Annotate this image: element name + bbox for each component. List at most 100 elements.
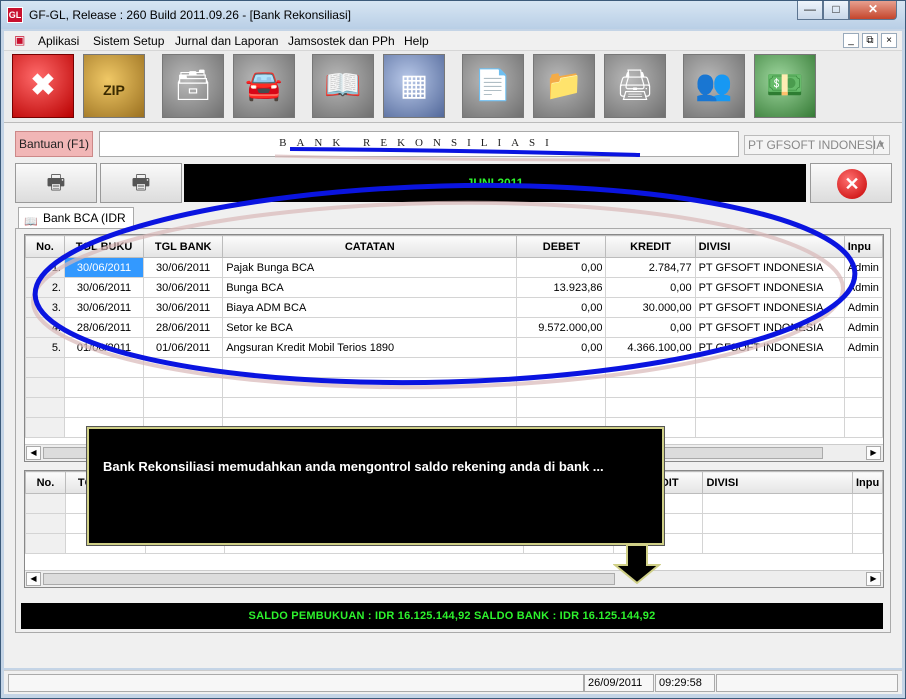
cell-catatan[interactable]: Biaya ADM BCA bbox=[222, 297, 518, 318]
spreadsheet-button[interactable]: ▦ bbox=[383, 54, 445, 118]
cell-debet[interactable]: 9.572.000,00 bbox=[516, 317, 607, 338]
col-tgl-buku[interactable]: TGL BUKU bbox=[63, 235, 145, 258]
ledger-book-icon: 📖 bbox=[324, 69, 362, 102]
cell-input[interactable]: Admin bbox=[843, 337, 883, 358]
cell-catatan[interactable]: Pajak Bunga BCA bbox=[222, 257, 518, 278]
cell-tgl-bank[interactable]: 01/06/2011 bbox=[143, 337, 224, 358]
table-row[interactable]: 3. 30/06/2011 30/06/2011 Biaya ADM BCA 0… bbox=[25, 297, 883, 318]
col-kredit[interactable]: KREDIT bbox=[605, 235, 696, 258]
menu-jamsostek-dan-pph[interactable]: Jamsostek dan PPh bbox=[288, 34, 395, 48]
cell-kredit[interactable]: 30.000,00 bbox=[605, 297, 696, 318]
tab-bank-bca[interactable]: 📖 Bank BCA (IDR ) bbox=[18, 207, 134, 245]
exit-button[interactable]: ✖ bbox=[12, 54, 74, 118]
minimize-button[interactable]: — bbox=[797, 1, 823, 20]
cell-debet[interactable]: 0,00 bbox=[516, 257, 607, 278]
company-select[interactable]: PT GFSOFT INDONESIA ▼ bbox=[744, 135, 890, 155]
cell-input[interactable]: Admin bbox=[843, 257, 883, 278]
zip-button[interactable]: ZIP bbox=[83, 54, 145, 118]
col-catatan[interactable]: CATATAN bbox=[222, 235, 518, 258]
col-divisi[interactable]: DIVISI bbox=[694, 235, 845, 258]
menu-jurnal-dan-laporan[interactable]: Jurnal dan Laporan bbox=[175, 34, 278, 48]
cell-input[interactable]: Admin bbox=[843, 277, 883, 298]
menu-aplikasi[interactable]: Aplikasi bbox=[38, 34, 79, 48]
col-debet[interactable]: DEBET bbox=[516, 235, 607, 258]
table-row[interactable]: 5. 01/06/2011 01/06/2011 Angsuran Kredit… bbox=[25, 337, 883, 358]
status-time: 09:29:58 bbox=[655, 674, 715, 692]
cell-tgl-bank[interactable]: 30/06/2011 bbox=[143, 257, 224, 278]
cell-divisi[interactable]: PT GFSOFT INDONESIA bbox=[694, 257, 845, 278]
grid-header-row: No. TGL BUKU TGL BANK CATATAN DEBET KRED… bbox=[25, 235, 883, 258]
scroll-left-icon[interactable]: ◀ bbox=[26, 446, 41, 460]
mdi-minimize-button[interactable]: _ bbox=[843, 33, 859, 48]
cell-catatan[interactable]: Setor ke BCA bbox=[222, 317, 518, 338]
cell-divisi[interactable]: PT GFSOFT INDONESIA bbox=[694, 277, 845, 298]
cell-tgl-buku[interactable]: 28/06/2011 bbox=[63, 317, 145, 338]
ledger-button[interactable]: 📖 bbox=[312, 54, 374, 118]
cell-input[interactable]: Admin bbox=[843, 317, 883, 338]
cell-debet[interactable]: 13.923,86 bbox=[516, 277, 607, 298]
cell-divisi[interactable]: PT GFSOFT INDONESIA bbox=[694, 297, 845, 318]
scroll-thumb[interactable] bbox=[43, 573, 615, 585]
car-icon: 🚘 bbox=[245, 69, 283, 102]
empty-row[interactable] bbox=[25, 397, 883, 418]
col-no[interactable]: No. bbox=[25, 235, 65, 258]
stamp-button[interactable]: 📄 bbox=[462, 54, 524, 118]
maximize-button[interactable]: □ bbox=[823, 1, 849, 20]
table-row[interactable]: 4. 28/06/2011 28/06/2011 Setor ke BCA 9.… bbox=[25, 317, 883, 338]
tooltip-callout: Bank Rekonsiliasi memudahkan anda mengon… bbox=[86, 426, 665, 546]
cell-tgl-bank[interactable]: 28/06/2011 bbox=[143, 317, 224, 338]
cell-tgl-buku[interactable]: 30/06/2011 bbox=[63, 277, 145, 298]
print-preview-button[interactable]: 🖶 bbox=[15, 163, 97, 203]
empty-row[interactable] bbox=[25, 357, 883, 378]
cell-tgl-buku[interactable]: 30/06/2011 bbox=[63, 297, 145, 318]
cell-divisi[interactable]: PT GFSOFT INDONESIA bbox=[694, 337, 845, 358]
cell-debet[interactable]: 0,00 bbox=[516, 337, 607, 358]
cell-kredit[interactable]: 0,00 bbox=[605, 277, 696, 298]
scroll-left-icon[interactable]: ◀ bbox=[26, 572, 41, 586]
cell-catatan[interactable]: Angsuran Kredit Mobil Terios 1890 bbox=[222, 337, 518, 358]
status-extra bbox=[716, 674, 898, 692]
col-tgl-bank[interactable]: TGL BANK bbox=[143, 235, 224, 258]
cell-tgl-bank[interactable]: 30/06/2011 bbox=[143, 277, 224, 298]
print-report-button[interactable]: 🖶 bbox=[100, 163, 182, 203]
printer-icon: 🖶 bbox=[131, 172, 151, 194]
lower-horizontal-scrollbar[interactable]: ◀ ▶ bbox=[25, 570, 883, 587]
cell-divisi[interactable]: PT GFSOFT INDONESIA bbox=[694, 317, 845, 338]
empty-row[interactable] bbox=[25, 377, 883, 398]
print-preview-icon: 🖶 bbox=[46, 172, 66, 194]
col-no[interactable]: No. bbox=[25, 471, 66, 494]
mdi-restore-button[interactable]: ⧉ bbox=[862, 33, 878, 48]
menu-sistem-setup[interactable]: Sistem Setup bbox=[93, 34, 164, 48]
scroll-right-icon[interactable]: ▶ bbox=[866, 446, 881, 460]
report-button[interactable]: 📁 bbox=[533, 54, 595, 118]
cell-tgl-buku[interactable]: 01/06/2011 bbox=[63, 337, 145, 358]
close-button[interactable]: ✕ bbox=[849, 1, 897, 20]
col-input[interactable]: Inpu bbox=[851, 471, 883, 494]
close-form-button[interactable]: ✕ bbox=[810, 163, 892, 203]
table-row[interactable]: 1. 30/06/2011 30/06/2011 Pajak Bunga BCA… bbox=[25, 257, 883, 278]
cell-kredit[interactable]: 0,00 bbox=[605, 317, 696, 338]
cell-kredit[interactable]: 2.784,77 bbox=[605, 257, 696, 278]
mdi-close-button[interactable]: × bbox=[881, 33, 897, 48]
help-button[interactable]: Bantuan (F1) bbox=[15, 131, 93, 157]
car-button[interactable]: 🚘 bbox=[233, 54, 295, 118]
chevron-down-icon[interactable]: ▼ bbox=[873, 136, 889, 154]
menu-help[interactable]: Help bbox=[404, 34, 429, 48]
col-divisi[interactable]: DIVISI bbox=[702, 471, 853, 494]
cell-catatan[interactable]: Bunga BCA bbox=[222, 277, 518, 298]
card-index-button[interactable]: 🗃 bbox=[162, 54, 224, 118]
cell-input[interactable]: Admin bbox=[843, 297, 883, 318]
card-index-icon: 🗃 bbox=[173, 69, 213, 102]
table-row[interactable]: 2. 30/06/2011 30/06/2011 Bunga BCA 13.92… bbox=[25, 277, 883, 298]
cell-debet[interactable]: 0,00 bbox=[516, 297, 607, 318]
cell-tgl-buku[interactable]: 30/06/2011 bbox=[63, 257, 145, 278]
scroll-right-icon[interactable]: ▶ bbox=[866, 572, 881, 586]
toolbar: ✖ ZIP 🗃 🚘 📖 ▦ 📄 📁 🖨 👥 💵 bbox=[4, 51, 902, 123]
cell-kredit[interactable]: 4.366.100,00 bbox=[605, 337, 696, 358]
row-number: 1. bbox=[25, 257, 65, 278]
cell-tgl-bank[interactable]: 30/06/2011 bbox=[143, 297, 224, 318]
money-button[interactable]: 💵 bbox=[754, 54, 816, 118]
col-input[interactable]: Inpu bbox=[843, 235, 883, 258]
users-button[interactable]: 👥 bbox=[683, 54, 745, 118]
print-button[interactable]: 🖨 bbox=[604, 54, 666, 118]
